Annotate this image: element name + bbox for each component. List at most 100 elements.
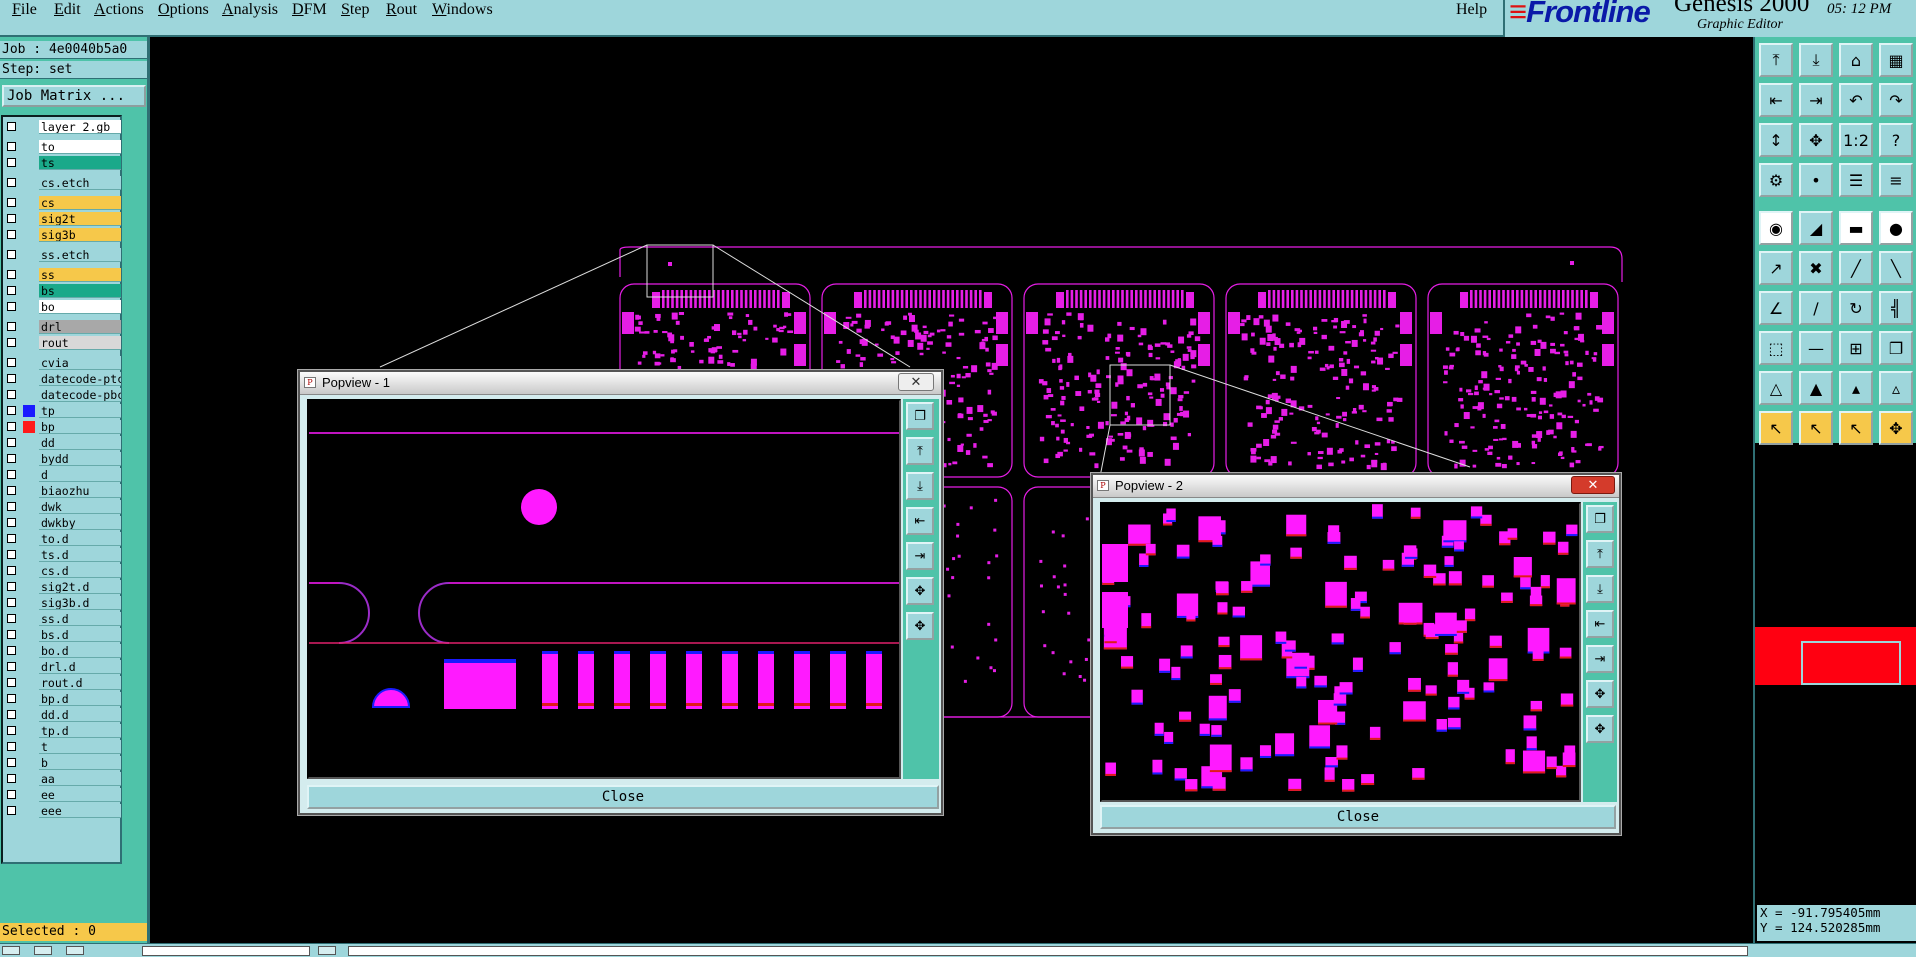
popview-1-window[interactable]: P Popview - 1 ✕ ❐ ⤒ ⤓ ⇤ ⇥ ✥ ✥ Close [298,370,943,815]
scale-icon[interactable]: 1:2 [1839,123,1873,157]
layer-checkbox[interactable] [7,774,16,783]
layer-checkbox[interactable] [7,454,16,463]
select-box-icon[interactable]: ⬚ [1759,331,1793,365]
layer-row[interactable]: dd.d [3,708,121,722]
popview-1-view[interactable] [307,399,901,779]
pointer-sub-icon[interactable]: ↖ [1839,411,1873,445]
layer-checkbox[interactable] [7,662,16,671]
layer-row[interactable]: ts.d [3,548,121,562]
layer-row[interactable]: drl.d [3,660,121,674]
layer-row[interactable]: ee [3,788,121,802]
zoom-in-icon[interactable]: ⤒ [906,437,934,465]
popview-1-titlebar[interactable]: P Popview - 1 ✕ [300,372,941,395]
fit-icon[interactable]: ❐ [1586,505,1614,533]
layer-checkbox[interactable] [7,230,16,239]
layer-row[interactable]: layer_2.gb [3,120,121,134]
layer-row[interactable]: bp.d [3,692,121,706]
layer-checkbox[interactable] [7,710,16,719]
layer-checkbox[interactable] [7,406,16,415]
pan-icon[interactable]: ✥ [1586,715,1614,743]
layer-row[interactable]: datecode-pbc [3,388,121,402]
layer-checkbox[interactable] [7,338,16,347]
overview-view-frame[interactable] [1801,641,1901,685]
zoom-in-icon[interactable]: ⤒ [1586,540,1614,568]
copy-icon[interactable]: ❐ [1879,331,1913,365]
layer-row[interactable]: sig3b.d [3,596,121,610]
menu-windows[interactable]: Windows [432,1,493,19]
layer-checkbox[interactable] [7,390,16,399]
zoom-area-icon[interactable]: ✥ [1799,123,1833,157]
layer-row[interactable]: bo.d [3,644,121,658]
job-matrix-button[interactable]: Job Matrix ... [2,85,146,107]
pointer-icon[interactable]: ↖ [1759,411,1793,445]
status-button-2[interactable] [34,946,52,955]
status-input[interactable] [142,946,310,956]
menu-options[interactable]: Options [158,1,209,19]
layer-checkbox[interactable] [7,646,16,655]
layer-row[interactable]: ss [3,268,121,282]
popview-1-close-button[interactable]: Close [307,785,939,809]
diagonal2-icon[interactable]: ╲ [1879,251,1913,285]
layers-icon[interactable]: ☰ [1839,163,1873,197]
pointer-alt-icon[interactable]: ↖ [1799,411,1833,445]
move-icon[interactable]: ✥ [1879,411,1913,445]
layer-checkbox[interactable] [7,214,16,223]
zoom-area-icon[interactable]: ✥ [1586,680,1614,708]
layer-checkbox[interactable] [7,534,16,543]
rotate-icon[interactable]: ↻ [1839,291,1873,325]
popview-2-close-button[interactable]: Close [1100,805,1616,829]
layer-row[interactable]: to.d [3,532,121,546]
layer-row[interactable]: aa [3,772,121,786]
layer-row[interactable]: cs.etch [3,176,121,190]
status-button-4[interactable] [318,946,336,955]
menu-edit[interactable]: Edit [54,1,81,19]
layer-row[interactable]: dwk [3,500,121,514]
layer-row[interactable]: rout.d [3,676,121,690]
layer-checkbox[interactable] [7,694,16,703]
layer-row[interactable]: bp [3,420,121,434]
menu-help[interactable]: Help [1456,1,1487,19]
layer-checkbox[interactable] [7,742,16,751]
connect-icon[interactable]: ↗ [1759,251,1793,285]
layer-checkbox[interactable] [7,614,16,623]
undo-icon[interactable]: ↶ [1839,83,1873,117]
layer-row[interactable]: ss.d [3,612,121,626]
pan-right-icon[interactable]: ⇥ [1586,645,1614,673]
overview-map[interactable] [1755,627,1916,685]
home-icon[interactable]: ⌂ [1839,43,1873,77]
layer-checkbox[interactable] [7,566,16,575]
fill-icon[interactable]: ◢ [1799,211,1833,245]
popview-2-close-x-button[interactable]: ✕ [1571,476,1615,494]
layer-checkbox[interactable] [7,518,16,527]
layer-row[interactable]: ss.etch [3,248,121,262]
layer-checkbox[interactable] [7,758,16,767]
layer-checkbox[interactable] [7,726,16,735]
triangle-outline-icon[interactable]: ▵ [1879,371,1913,405]
zoom-out-icon[interactable]: ⤓ [906,472,934,500]
layer-checkbox[interactable] [7,678,16,687]
delete-icon[interactable]: ✖ [1799,251,1833,285]
layer-checkbox[interactable] [7,198,16,207]
dot-icon[interactable]: ● [1879,211,1913,245]
layer-checkbox[interactable] [7,502,16,511]
layer-row[interactable]: dwkby [3,516,121,530]
layer-checkbox[interactable] [7,550,16,559]
layer-row[interactable]: eee [3,804,121,818]
triangle-icon[interactable]: △ [1759,371,1793,405]
pan-right-icon[interactable]: ⇥ [1799,83,1833,117]
layer-checkbox[interactable] [7,630,16,639]
popview-1-close-x-button[interactable]: ✕ [898,373,934,391]
menu-rout[interactable]: Rout [386,1,417,19]
layer-row[interactable]: cs.d [3,564,121,578]
layer-row[interactable]: cvia [3,356,121,370]
pan-icon[interactable]: ✥ [906,612,934,640]
fit-icon[interactable]: ❐ [906,402,934,430]
layer-row[interactable]: to [3,140,121,154]
layer-checkbox[interactable] [7,122,16,131]
layer-checkbox[interactable] [7,582,16,591]
layer-checkbox[interactable] [7,438,16,447]
snap-icon[interactable]: • [1799,163,1833,197]
redo-icon[interactable]: ↷ [1879,83,1913,117]
popview-2-window[interactable]: P Popview - 2 ✕ ❐ ⤒ ⤓ ⇤ ⇥ ✥ ✥ Close [1091,473,1621,835]
layer-checkbox[interactable] [7,470,16,479]
